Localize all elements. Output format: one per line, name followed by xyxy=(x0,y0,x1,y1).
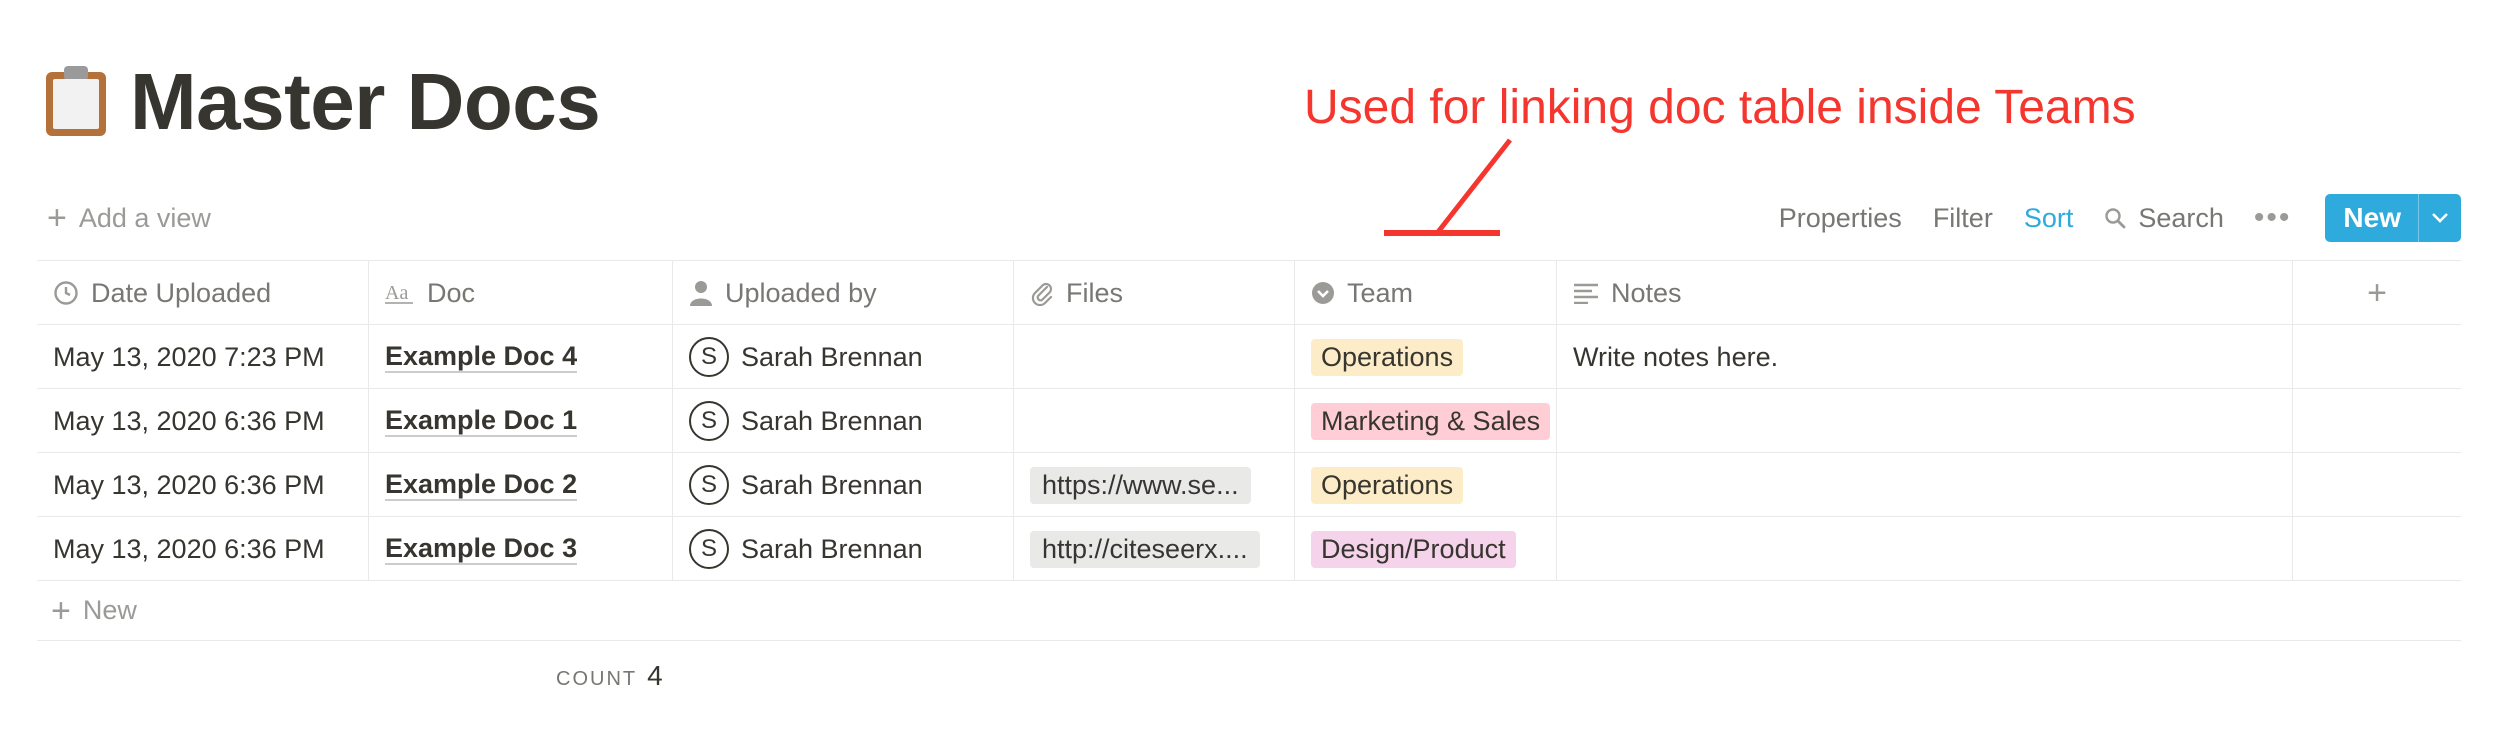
column-label: Uploaded by xyxy=(725,277,877,308)
count-label: COUNT xyxy=(556,668,638,690)
count-footer[interactable]: COUNT 4 xyxy=(556,660,663,692)
doc-title-link[interactable]: Example Doc 4 xyxy=(385,341,578,373)
count-value: 4 xyxy=(647,660,663,691)
uploader-cell[interactable]: S Sarah Brennan xyxy=(673,389,1014,453)
team-tag: Operations xyxy=(1311,338,1464,376)
files-cell[interactable] xyxy=(1014,325,1295,389)
more-options-icon[interactable]: ••• xyxy=(2254,201,2292,235)
select-icon xyxy=(1311,281,1335,305)
team-cell[interactable]: Design/Product xyxy=(1295,517,1557,581)
column-header-files[interactable]: Files xyxy=(1014,261,1295,325)
add-column-button[interactable]: + xyxy=(2293,261,2461,325)
svg-text:Aa: Aa xyxy=(385,282,408,304)
team-cell[interactable]: Marketing & Sales xyxy=(1295,389,1557,453)
uploader-name: Sarah Brennan xyxy=(741,533,923,564)
column-label: Team xyxy=(1347,277,1414,308)
date-cell[interactable]: May 13, 2020 7:23 PM xyxy=(37,325,369,389)
person-icon xyxy=(689,280,713,306)
doc-cell[interactable]: Example Doc 4 xyxy=(369,325,673,389)
files-cell[interactable]: http://citeseerx.... xyxy=(1014,517,1295,581)
column-header-doc[interactable]: Aa Doc xyxy=(369,261,673,325)
doc-cell[interactable]: Example Doc 2 xyxy=(369,453,673,517)
team-cell[interactable]: Operations xyxy=(1295,453,1557,517)
avatar: S xyxy=(689,529,729,569)
clipboard-icon[interactable] xyxy=(44,66,108,138)
team-tag: Marketing & Sales xyxy=(1311,402,1551,440)
page-header: Master Docs xyxy=(44,52,601,152)
files-cell[interactable] xyxy=(1014,389,1295,453)
uploader-cell[interactable]: S Sarah Brennan xyxy=(673,325,1014,389)
new-row-button[interactable]: + New xyxy=(37,581,2461,641)
column-label: Doc xyxy=(427,277,476,308)
team-tag: Design/Product xyxy=(1311,530,1516,568)
date-cell[interactable]: May 13, 2020 6:36 PM xyxy=(37,453,369,517)
search-label: Search xyxy=(2138,202,2224,233)
empty-cell xyxy=(2293,389,2461,453)
uploader-name: Sarah Brennan xyxy=(741,341,923,372)
table-header: Date Uploaded Aa Doc Uploaded by Files T… xyxy=(37,261,2461,325)
notes-cell[interactable]: Write notes here. xyxy=(1557,325,2293,389)
notes-cell[interactable] xyxy=(1557,389,2293,453)
column-label: Files xyxy=(1066,277,1124,308)
uploader-cell[interactable]: S Sarah Brennan xyxy=(673,517,1014,581)
new-button[interactable]: New xyxy=(2325,194,2461,242)
empty-cell xyxy=(2293,517,2461,581)
team-cell[interactable]: Operations xyxy=(1295,325,1557,389)
avatar: S xyxy=(689,465,729,505)
add-view-button[interactable]: + Add a view xyxy=(47,190,211,246)
text-lines-icon xyxy=(1573,282,1599,304)
column-header-uploaded-by[interactable]: Uploaded by xyxy=(673,261,1014,325)
file-link-chip[interactable]: https://www.se... xyxy=(1030,466,1251,504)
plus-icon: + xyxy=(47,199,67,237)
notes-cell[interactable] xyxy=(1557,453,2293,517)
avatar: S xyxy=(689,337,729,377)
clock-icon xyxy=(53,280,79,306)
column-header-team[interactable]: Team xyxy=(1295,261,1557,325)
table-row[interactable]: May 13, 2020 6:36 PM Example Doc 1 S Sara… xyxy=(37,389,2461,453)
doc-title-link[interactable]: Example Doc 2 xyxy=(385,469,578,501)
doc-cell[interactable]: Example Doc 3 xyxy=(369,517,673,581)
column-header-date-uploaded[interactable]: Date Uploaded xyxy=(37,261,369,325)
search-button[interactable]: Search xyxy=(2104,203,2224,234)
table-row[interactable]: May 13, 2020 7:23 PM Example Doc 4 S Sara… xyxy=(37,325,2461,389)
uploader-name: Sarah Brennan xyxy=(741,469,923,500)
chevron-down-icon[interactable] xyxy=(2419,194,2461,242)
empty-cell xyxy=(2293,325,2461,389)
paperclip-icon xyxy=(1030,280,1054,306)
plus-icon: + xyxy=(2367,274,2387,312)
date-cell[interactable]: May 13, 2020 6:36 PM xyxy=(37,389,369,453)
empty-cell xyxy=(2293,453,2461,517)
properties-button[interactable]: Properties xyxy=(1779,203,1902,234)
column-label: Notes xyxy=(1611,277,1682,308)
page-title[interactable]: Master Docs xyxy=(130,56,601,148)
file-link-chip[interactable]: http://citeseerx.... xyxy=(1030,530,1260,568)
doc-title-link[interactable]: Example Doc 1 xyxy=(385,405,578,437)
avatar: S xyxy=(689,401,729,441)
doc-cell[interactable]: Example Doc 1 xyxy=(369,389,673,453)
doc-title-link[interactable]: Example Doc 3 xyxy=(385,533,578,565)
date-cell[interactable]: May 13, 2020 6:36 PM xyxy=(37,517,369,581)
new-button-label[interactable]: New xyxy=(2325,194,2419,242)
annotation-text: Used for linking doc table inside Teams xyxy=(1304,81,2136,134)
files-cell[interactable]: https://www.se... xyxy=(1014,453,1295,517)
sort-button[interactable]: Sort xyxy=(2024,203,2074,234)
toolbar-actions: Properties Filter Sort Search ••• New xyxy=(1748,190,2461,246)
add-view-label: Add a view xyxy=(78,202,211,233)
column-label: Date Uploaded xyxy=(91,277,272,308)
new-row-label: New xyxy=(82,595,137,625)
uploader-cell[interactable]: S Sarah Brennan xyxy=(673,453,1014,517)
view-toolbar: + Add a view Properties Filter Sort Sear… xyxy=(37,190,2461,246)
docs-table: Date Uploaded Aa Doc Uploaded by Files T… xyxy=(37,260,2461,641)
table-row[interactable]: May 13, 2020 6:36 PM Example Doc 3 S Sara… xyxy=(37,517,2461,581)
search-icon xyxy=(2105,208,2126,229)
column-header-notes[interactable]: Notes xyxy=(1557,261,2293,325)
filter-button[interactable]: Filter xyxy=(1933,203,1993,234)
notes-cell[interactable] xyxy=(1557,517,2293,581)
uploader-name: Sarah Brennan xyxy=(741,405,923,436)
title-text-icon: Aa xyxy=(385,281,415,305)
team-tag: Operations xyxy=(1311,466,1464,504)
plus-icon: + xyxy=(51,591,71,630)
table-row[interactable]: May 13, 2020 6:36 PM Example Doc 2 S Sara… xyxy=(37,453,2461,517)
